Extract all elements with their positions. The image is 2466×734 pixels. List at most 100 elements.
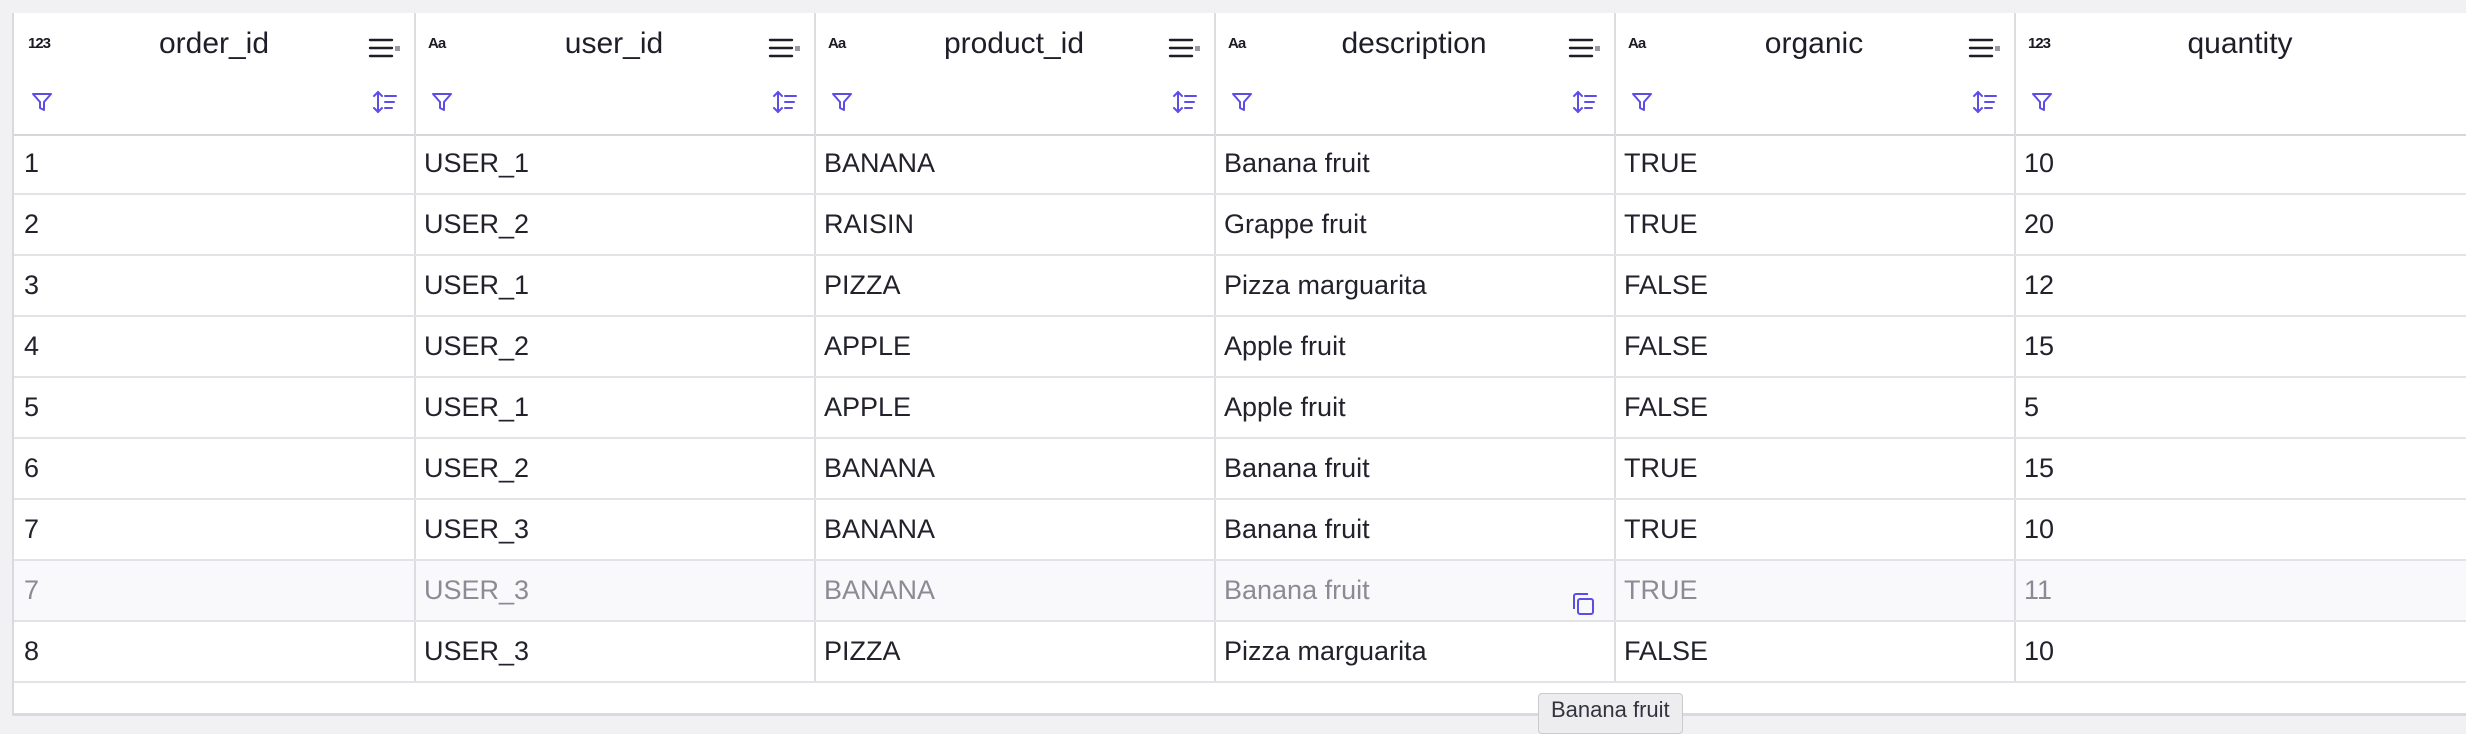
cell-user_id[interactable]: USER_3	[414, 561, 816, 620]
column-header-order_id[interactable]: 123 order_id	[14, 13, 416, 134]
table-row[interactable]: 6 USER_2 BANANA Banana fruit TRUE 15	[14, 439, 2466, 500]
cell-organic[interactable]: TRUE	[1614, 195, 2016, 254]
filter-icon[interactable]	[430, 90, 454, 119]
cell-user_id[interactable]: USER_2	[414, 439, 816, 498]
column-header-product_id[interactable]: Aa product_id	[814, 13, 1216, 134]
cell-quantity[interactable]: 15	[2014, 317, 2466, 376]
cell-order_id[interactable]: 7	[14, 561, 416, 620]
cell-product_id[interactable]: APPLE	[814, 317, 1216, 376]
cell-order_id[interactable]: 7	[14, 500, 416, 559]
column-menu-icon[interactable]	[1968, 37, 2002, 64]
cell-product_id[interactable]: APPLE	[814, 378, 1216, 437]
cell-user_id[interactable]: USER_3	[414, 622, 816, 681]
table-row[interactable]: 7 USER_3 BANANA Banana fruit TRUE 11	[14, 561, 2466, 622]
filter-icon[interactable]	[1230, 90, 1254, 119]
cell-description[interactable]: Apple fruit	[1214, 317, 1616, 376]
cell-description[interactable]: Apple fruit	[1214, 378, 1616, 437]
cell-value: 5	[24, 392, 40, 422]
cell-user_id[interactable]: USER_3	[414, 500, 816, 559]
cell-description[interactable]: Banana fruit	[1214, 134, 1616, 193]
cell-user_id[interactable]: USER_2	[414, 317, 816, 376]
cell-order_id[interactable]: 8	[14, 622, 416, 681]
cell-quantity[interactable]: 12	[2014, 256, 2466, 315]
cell-value: FALSE	[1624, 392, 1709, 422]
sort-icon[interactable]	[1572, 89, 1598, 120]
column-menu-icon[interactable]	[368, 37, 402, 64]
cell-product_id[interactable]: BANANA	[814, 561, 1216, 620]
sort-icon[interactable]	[372, 89, 398, 120]
filter-icon[interactable]	[830, 90, 854, 119]
sort-icon[interactable]	[1172, 89, 1198, 120]
column-menu-icon[interactable]	[768, 37, 802, 64]
cell-quantity[interactable]: 10	[2014, 500, 2466, 559]
column-header-organic[interactable]: Aa organic	[1614, 13, 2016, 134]
cell-order_id[interactable]: 1	[14, 134, 416, 193]
filter-icon[interactable]	[1630, 90, 1654, 119]
column-menu-icon[interactable]	[1168, 37, 1202, 64]
cell-description[interactable]: Pizza marguarita	[1214, 256, 1616, 315]
table-row[interactable]: 4 USER_2 APPLE Apple fruit FALSE 15	[14, 317, 2466, 378]
cell-value: BANANA	[824, 575, 936, 605]
table-row[interactable]: 1 USER_1 BANANA Banana fruit TRUE 10	[14, 134, 2466, 195]
cell-product_id[interactable]: BANANA	[814, 439, 1216, 498]
table-row[interactable]: 5 USER_1 APPLE Apple fruit FALSE 5	[14, 378, 2466, 439]
cell-value: PIZZA	[824, 270, 901, 300]
cell-user_id[interactable]: USER_1	[414, 378, 816, 437]
cell-description[interactable]: Grappe fruit	[1214, 195, 1616, 254]
cell-organic[interactable]: TRUE	[1614, 134, 2016, 193]
cell-value: USER_2	[424, 209, 530, 239]
column-menu-icon[interactable]	[1568, 37, 1602, 64]
copy-icon[interactable]	[1570, 579, 1596, 620]
cell-organic[interactable]: TRUE	[1614, 439, 2016, 498]
filter-icon[interactable]	[30, 90, 54, 119]
cell-quantity[interactable]: 5	[2014, 378, 2466, 437]
cell-order_id[interactable]: 5	[14, 378, 416, 437]
cell-order_id[interactable]: 4	[14, 317, 416, 376]
filter-icon[interactable]	[2030, 90, 2054, 119]
cell-product_id[interactable]: RAISIN	[814, 195, 1216, 254]
cell-value: USER_3	[424, 514, 530, 544]
cell-organic[interactable]: FALSE	[1614, 378, 2016, 437]
cell-user_id[interactable]: USER_1	[414, 256, 816, 315]
cell-description[interactable]: Banana fruit	[1214, 561, 1616, 620]
cell-quantity[interactable]: 11	[2014, 561, 2466, 620]
sort-icon[interactable]	[1972, 89, 1998, 120]
cell-product_id[interactable]: PIZZA	[814, 256, 1216, 315]
cell-value: 1	[24, 148, 40, 178]
cell-order_id[interactable]: 6	[14, 439, 416, 498]
cell-product_id[interactable]: BANANA	[814, 134, 1216, 193]
table-row[interactable]: 7 USER_3 BANANA Banana fruit TRUE 10	[14, 500, 2466, 561]
column-header-quantity[interactable]: 123 quantity	[2014, 13, 2466, 134]
cell-organic[interactable]: FALSE	[1614, 256, 2016, 315]
table-row[interactable]: 2 USER_2 RAISIN Grappe fruit TRUE 20	[14, 195, 2466, 256]
cell-product_id[interactable]: PIZZA	[814, 622, 1216, 681]
cell-user_id[interactable]: USER_1	[414, 134, 816, 193]
cell-product_id[interactable]: BANANA	[814, 500, 1216, 559]
cell-quantity[interactable]: 20	[2014, 195, 2466, 254]
column-header-user_id[interactable]: Aa user_id	[414, 13, 816, 134]
cell-value: TRUE	[1624, 453, 1698, 483]
cell-value: USER_2	[424, 331, 530, 361]
cell-value: 12	[2024, 270, 2055, 300]
cell-quantity[interactable]: 10	[2014, 134, 2466, 193]
column-title: user_id	[564, 27, 664, 60]
cell-user_id[interactable]: USER_2	[414, 195, 816, 254]
cell-organic[interactable]: TRUE	[1614, 500, 2016, 559]
sort-icon[interactable]	[772, 89, 798, 120]
cell-description[interactable]: Banana fruit	[1214, 439, 1616, 498]
cell-value: 10	[2024, 514, 2055, 544]
table-row[interactable]: 8 USER_3 PIZZA Pizza marguarita FALSE 10	[14, 622, 2466, 683]
cell-order_id[interactable]: 3	[14, 256, 416, 315]
cell-quantity[interactable]: 15	[2014, 439, 2466, 498]
column-header-description[interactable]: Aa description	[1214, 13, 1616, 134]
cell-quantity[interactable]: 10	[2014, 622, 2466, 681]
cell-organic[interactable]: TRUE	[1614, 561, 2016, 620]
cell-order_id[interactable]: 2	[14, 195, 416, 254]
table-row[interactable]: 3 USER_1 PIZZA Pizza marguarita FALSE 12	[14, 256, 2466, 317]
cell-organic[interactable]: FALSE	[1614, 317, 2016, 376]
cell-value: Banana fruit	[1224, 514, 1370, 544]
cell-organic[interactable]: FALSE	[1614, 622, 2016, 681]
cell-description[interactable]: Banana fruit	[1214, 500, 1616, 559]
grid-header: 123 order_id Aa user_id Aa product_id Aa descri…	[14, 13, 2466, 136]
cell-description[interactable]: Pizza marguarita	[1214, 622, 1616, 681]
